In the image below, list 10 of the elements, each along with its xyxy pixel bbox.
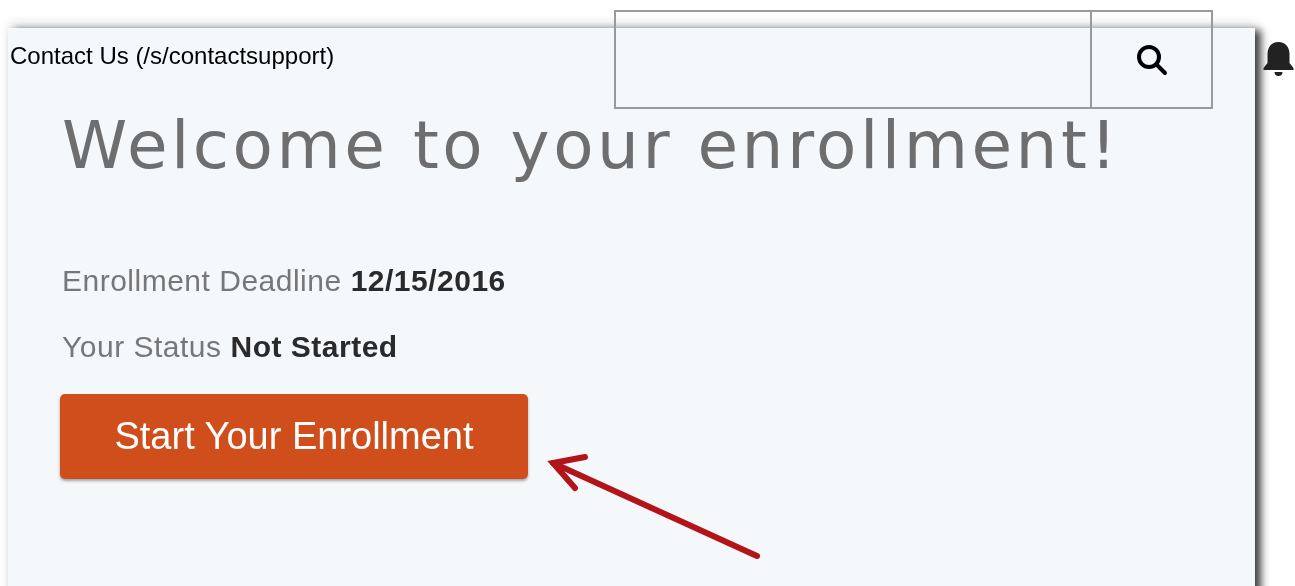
- search-icon: [1134, 42, 1169, 77]
- contact-link[interactable]: Contact Us (/s/contactsupport): [10, 42, 335, 70]
- start-enrollment-button[interactable]: Start Your Enrollment: [60, 393, 528, 479]
- detail-value: Not Started: [230, 329, 398, 364]
- bell-icon[interactable]: [1262, 40, 1295, 78]
- welcome-heading: Welcome to your enrollment!: [62, 108, 1122, 184]
- search-field[interactable]: [614, 10, 1213, 109]
- detail-value: 12/15/2016: [350, 263, 506, 298]
- detail-label: Enrollment Deadline: [62, 263, 342, 298]
- detail-label: Your Status: [62, 329, 222, 364]
